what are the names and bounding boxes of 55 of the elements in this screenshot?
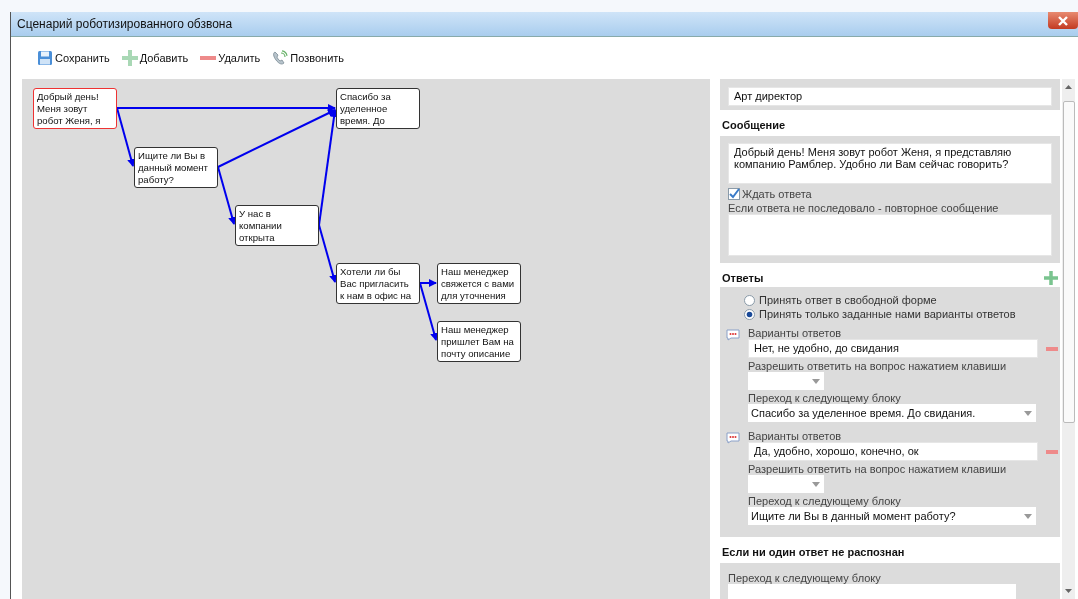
field-label: Варианты ответов: [748, 430, 843, 442]
diagram-node[interactable]: Ищите ли Вы в данный момент работу?: [134, 147, 218, 188]
checkbox-icon: [728, 188, 740, 200]
caret-icon: [812, 379, 820, 384]
radio-button[interactable]: Принять только заданные нами варианты ответов: [744, 307, 1052, 321]
plus-icon: [121, 50, 138, 66]
window-title: Сценарий роботизированного обзвона: [16, 17, 233, 31]
close-icon: [1057, 15, 1069, 26]
speech-bubble-icon: [726, 329, 740, 341]
wait-answer-checkbox[interactable]: Ждать ответа: [728, 188, 1052, 200]
input-field[interactable]: Да, удобно, хорошо, конечно, ок: [748, 442, 1038, 461]
scrollbar-thumb[interactable]: [1062, 101, 1075, 423]
section-heading: Ответы: [722, 272, 764, 284]
field-label: Если ответа не последовало - повторное сообщение: [728, 202, 1000, 214]
diagram-node[interactable]: У нас в компании открыта: [235, 205, 319, 246]
input-field[interactable]: Арт директор: [728, 87, 1052, 106]
toolbar-button[interactable]: Добавить: [121, 50, 189, 66]
toolbar-button[interactable]: Удалить: [200, 52, 261, 64]
dropdown[interactable]: [728, 584, 1016, 599]
plus-icon[interactable]: [1044, 271, 1058, 285]
phone-icon: [272, 50, 289, 66]
radio-button[interactable]: Принять ответ в свободной форме: [744, 293, 1052, 307]
close-button[interactable]: [1048, 12, 1078, 29]
field-label: Переход к следующему блоку: [728, 572, 882, 584]
diagram-node[interactable]: Добрый день! Меня зовут робот Женя, я: [33, 88, 117, 129]
input-field[interactable]: Нет, не удобно, до свидания: [748, 339, 1038, 358]
caret-icon: [812, 482, 820, 487]
field-label: Разрешить ответить на вопрос нажатием клавиши: [748, 360, 1008, 372]
field-label: Переход к следующему блоку: [748, 495, 902, 507]
diagram-node[interactable]: Спасибо за уделенное время. До: [336, 88, 420, 129]
dropdown[interactable]: Спасибо за уделенное время. До свидания.: [748, 404, 1036, 422]
speech-bubble-icon: [726, 432, 740, 444]
dropdown[interactable]: Ищите ли Вы в данный момент работу?: [748, 507, 1036, 525]
minus-icon: [200, 55, 217, 61]
diagram-node[interactable]: Наш менеджер пришлет Вам на почту описание: [437, 321, 521, 362]
diagram-node[interactable]: Хотели ли бы Вас пригласить к нам в офис на: [336, 263, 420, 304]
section-heading: Сообщение: [721, 118, 787, 133]
field-label: Переход к следующему блоку: [748, 392, 902, 404]
field-label: Разрешить ответить на вопрос нажатием клавиши: [748, 463, 1008, 475]
dropdown[interactable]: [748, 372, 824, 390]
minus-icon[interactable]: [1046, 449, 1058, 454]
toolbar-button[interactable]: Сохранить: [37, 50, 110, 66]
minus-icon[interactable]: [1046, 346, 1058, 351]
diagram-node[interactable]: Наш менеджер свяжется с вами для уточнения: [437, 263, 521, 304]
repeat-message-textarea[interactable]: [728, 214, 1052, 256]
message-textarea[interactable]: Добрый день! Меня зовут робот Женя, я представляю компанию Рамблер. Удобно ли Вам сейчас говорить?: [728, 143, 1052, 184]
up-arrow-icon: [1065, 85, 1072, 89]
caret-icon: [1024, 411, 1032, 416]
down-arrow-icon: [1065, 589, 1072, 593]
scrollbar[interactable]: [1062, 79, 1075, 599]
caret-icon: [1024, 514, 1032, 519]
toolbar-button[interactable]: Позвонить: [272, 50, 345, 66]
field-label: Варианты ответов: [748, 327, 843, 339]
section-heading: Если ни один ответ не распознан: [721, 545, 906, 560]
dropdown[interactable]: [748, 475, 824, 493]
